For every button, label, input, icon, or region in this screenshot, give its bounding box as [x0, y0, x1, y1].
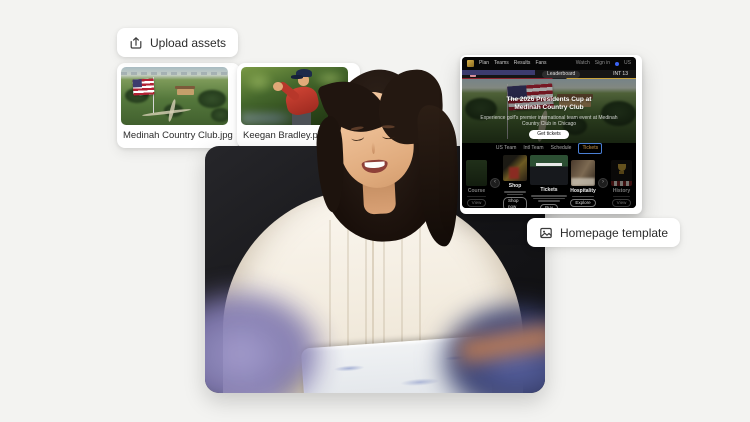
nav-item: Results — [514, 57, 531, 70]
card-desc-line — [538, 200, 561, 202]
card-desc-line — [467, 196, 486, 198]
card-title: Tickets — [540, 187, 557, 193]
nav-item: Watch — [576, 57, 590, 70]
tab: Intl Team — [523, 144, 543, 153]
preview-scoreboard: US 15 · Sun Leaderboard INT 13 — [462, 70, 636, 79]
tab: Schedule — [551, 144, 572, 153]
preview-hero: The 2026 Presidents Cup at Medinah Count… — [462, 79, 636, 143]
card-desc-line — [531, 195, 567, 197]
tab-active: Tickets — [578, 143, 602, 154]
card-hospitality: Hospitality Explore — [571, 160, 595, 208]
nav-item: Sign in — [595, 57, 610, 70]
woman-eyebrow — [382, 125, 395, 128]
card-history-image — [611, 160, 632, 186]
upload-icon — [129, 36, 143, 50]
presidents-cup-logo — [467, 60, 474, 67]
card-desc-line — [504, 191, 527, 193]
card-shop-image — [503, 155, 527, 181]
preview-tabs: US Team Intl Team Schedule Tickets — [462, 143, 636, 154]
intl-score: INT 13 — [613, 70, 628, 79]
preview-navbar: Plan Teams Results Fans Watch Sign in US — [462, 57, 636, 70]
card-button: Shop now — [503, 197, 527, 208]
leaderboard-pill: Leaderboard — [542, 71, 580, 78]
trophy-icon — [619, 171, 624, 174]
card-desc-line — [572, 196, 594, 198]
hero-title: The 2026 Presidents Cup at Medinah Count… — [493, 96, 605, 112]
foreground-blur-left — [205, 284, 330, 393]
card-tickets: Tickets Buy — [530, 155, 568, 208]
homepage-template-button[interactable]: Homepage template — [527, 218, 680, 247]
hero-copy: The 2026 Presidents Cup at Medinah Count… — [462, 79, 636, 143]
card-button: Buy — [540, 204, 558, 209]
card-title: History — [613, 188, 630, 194]
card-hospitality-image — [571, 160, 595, 186]
nav-item: Fans — [535, 57, 546, 70]
hero-subtitle: Experience golf's premier international … — [479, 115, 619, 128]
account-icon — [615, 62, 619, 66]
striped-band — [611, 181, 632, 186]
card-desc-line — [533, 198, 565, 200]
clubhouse — [177, 89, 194, 95]
card-shop: Shop Shop now — [503, 155, 527, 208]
us-flag-icon — [470, 73, 476, 77]
card-title: Course — [468, 188, 485, 194]
nav-item: Plan — [479, 57, 489, 70]
card-button: View — [612, 199, 632, 207]
trophy-icon — [618, 164, 626, 171]
card-desc-line — [507, 194, 524, 196]
homepage-preview-panel[interactable]: Plan Teams Results Fans Watch Sign in US… — [460, 55, 642, 214]
card-history: History View — [611, 160, 632, 208]
card-button: Explore — [570, 199, 595, 207]
upload-assets-button[interactable]: Upload assets — [117, 28, 238, 57]
carousel-next-icon: › — [598, 178, 608, 188]
card-title: Shop — [509, 183, 522, 189]
card-tickets-image — [530, 155, 568, 185]
marketing-canvas: Upload assets Medinah Country Club.jpg — [0, 0, 750, 422]
woman-hair-side — [417, 104, 462, 248]
card-title: Hospitality — [570, 188, 596, 194]
image-icon — [539, 226, 553, 240]
upload-assets-label: Upload assets — [150, 36, 226, 50]
nav-item: US — [624, 57, 631, 70]
us-flag-icon — [132, 78, 154, 95]
preview-card-carousel: Course View ‹ Shop Shop now Tickets — [462, 154, 636, 208]
card-course: Course View — [466, 160, 487, 208]
homepage-template-label: Homepage template — [560, 226, 668, 240]
tab: US Team — [496, 144, 516, 153]
homepage-preview-screen: Plan Teams Results Fans Watch Sign in US… — [462, 57, 636, 208]
card-button: View — [467, 199, 487, 207]
card-course-image — [466, 160, 487, 186]
carousel-prev-icon: ‹ — [490, 178, 500, 188]
nav-item: Teams — [494, 57, 509, 70]
hero-cta-button: Get tickets — [529, 130, 569, 139]
card-desc-line — [613, 196, 631, 198]
